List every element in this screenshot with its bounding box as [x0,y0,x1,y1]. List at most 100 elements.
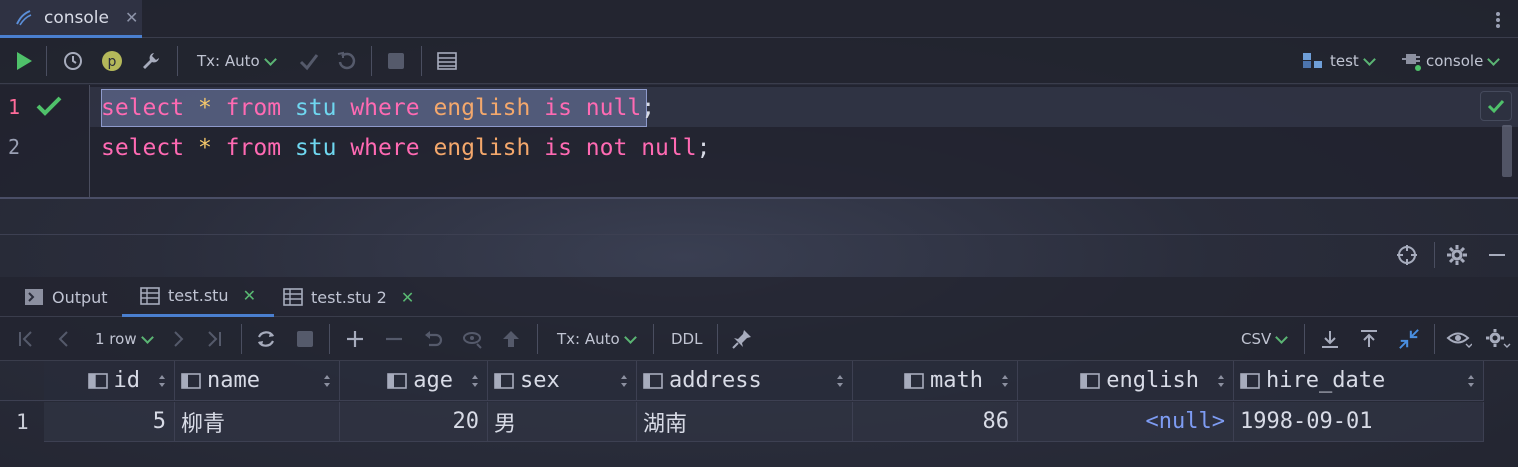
editor-gutter: 1 2 [0,85,90,197]
close-icon[interactable]: ✕ [401,288,414,307]
more-options-icon[interactable] [1490,9,1506,31]
commit-icon[interactable] [298,50,320,72]
results-transaction-mode-dropdown[interactable]: Tx: Auto [557,328,637,350]
table-cell[interactable]: 86 [853,402,1018,442]
table-cell[interactable]: 5 [44,402,175,442]
code-token: is [544,135,572,161]
table-cell[interactable]: 柳青 [175,402,340,442]
sort-icon[interactable] [323,373,331,389]
column-header-hire-date[interactable]: hire_date [1234,361,1484,401]
toolbar-separator [371,46,372,76]
table-cell[interactable]: 湖南 [637,402,853,442]
column-header-id[interactable]: id [44,361,175,401]
wrench-icon[interactable] [140,50,162,72]
tab-output[interactable]: Output [24,277,108,317]
row-count-label: 1 row [95,330,137,348]
column-header-age[interactable]: age [340,361,488,401]
ddl-button[interactable]: DDL [671,328,702,350]
next-page-icon[interactable] [168,328,188,350]
code-token: stu [294,135,337,161]
export-format-label: CSV [1241,330,1272,348]
inspection-status-badge[interactable] [1480,91,1512,121]
sort-icon[interactable] [471,373,479,389]
add-row-icon[interactable] [344,328,366,350]
column-header-address[interactable]: address [637,361,853,401]
gear-icon[interactable] [1485,328,1511,350]
tab-close-icon[interactable]: ✕ [125,8,138,27]
history-icon[interactable] [62,50,84,72]
sort-icon[interactable] [1217,373,1225,389]
gear-icon[interactable] [1446,244,1468,266]
upload-icon[interactable] [1358,328,1380,350]
editor-toolbar: p Tx: Auto test console [0,38,1518,84]
last-page-icon[interactable] [204,328,224,350]
toolbar-separator [1434,242,1435,268]
pin-icon[interactable] [731,328,753,350]
sort-icon[interactable] [158,373,166,389]
tab-console[interactable]: console ✕ [0,0,142,38]
column-header-label: name [207,368,260,393]
previous-page-icon[interactable] [54,328,74,350]
column-header-label: address [669,368,762,393]
results-tab-bar: Output test.stu ✕ test.stu 2 ✕ [0,277,1518,317]
close-icon[interactable]: ✕ [243,286,256,305]
run-icon[interactable] [14,50,34,72]
sort-icon[interactable] [1467,373,1475,389]
minimize-icon[interactable] [1486,244,1508,266]
editor-splitter[interactable] [0,197,1518,199]
table-cell[interactable]: 20 [340,402,488,442]
session-dropdown[interactable]: console [1400,50,1501,72]
column-icon [387,372,408,389]
stop-icon[interactable] [386,50,406,72]
parameters-icon[interactable]: p [101,50,123,72]
column-header-sex[interactable]: sex [488,361,637,401]
chevron-down-icon [140,331,154,344]
delete-row-icon[interactable] [383,328,405,350]
target-icon[interactable] [1396,244,1418,266]
compare-icon[interactable] [1397,328,1421,350]
column-header-label: hire_date [1266,368,1386,393]
datasource-label: test [1330,52,1359,70]
column-header-name[interactable]: name [175,361,340,401]
refresh-icon[interactable] [255,328,277,350]
tab-test-stu[interactable]: test.stu ✕ [122,277,274,317]
code-line[interactable]: select * from stu where english is null; [101,93,655,123]
sql-editor[interactable]: 1 2 select * from stu where english is n… [0,85,1518,197]
code-token: * [197,95,212,121]
column-header-english[interactable]: english [1018,361,1234,401]
view-eye-icon[interactable] [1446,328,1472,350]
column-header-math[interactable]: math [853,361,1018,401]
column-header-label: id [113,368,141,393]
download-icon[interactable] [1319,328,1341,350]
sort-icon[interactable] [620,373,628,389]
preview-changes-icon[interactable] [461,328,485,350]
code-token: stu [294,95,337,121]
code-token: is [544,95,572,121]
table-cell[interactable]: 1998-09-01 [1234,402,1484,442]
line-number: 1 [8,95,21,119]
code-token: ; [696,135,711,161]
rollback-icon[interactable] [336,50,358,72]
stop-icon[interactable] [295,328,315,350]
code-line[interactable]: select * from stu where english is not n… [101,133,710,163]
row-number[interactable]: 1 [0,402,44,442]
editor-scrollbar[interactable] [1502,125,1512,177]
export-format-dropdown[interactable]: CSV [1241,328,1289,350]
tab-label: test.stu 2 [311,287,387,307]
sort-icon[interactable] [1001,373,1009,389]
toolbar-separator [177,46,178,76]
transaction-mode-dropdown[interactable]: Tx: Auto [197,50,277,72]
table-cell-null[interactable]: <null> [1018,402,1234,442]
revert-icon[interactable] [422,328,444,350]
tab-test-stu-2[interactable]: test.stu 2 ✕ [283,277,414,317]
grid-layout-icon[interactable] [436,50,458,72]
row-count-dropdown[interactable]: 1 row [95,328,154,350]
sort-icon[interactable] [836,373,844,389]
first-page-icon[interactable] [16,328,36,350]
table-cell[interactable]: 男 [488,402,637,442]
datasource-dropdown[interactable]: test [1302,50,1376,72]
submit-icon[interactable] [500,328,522,350]
